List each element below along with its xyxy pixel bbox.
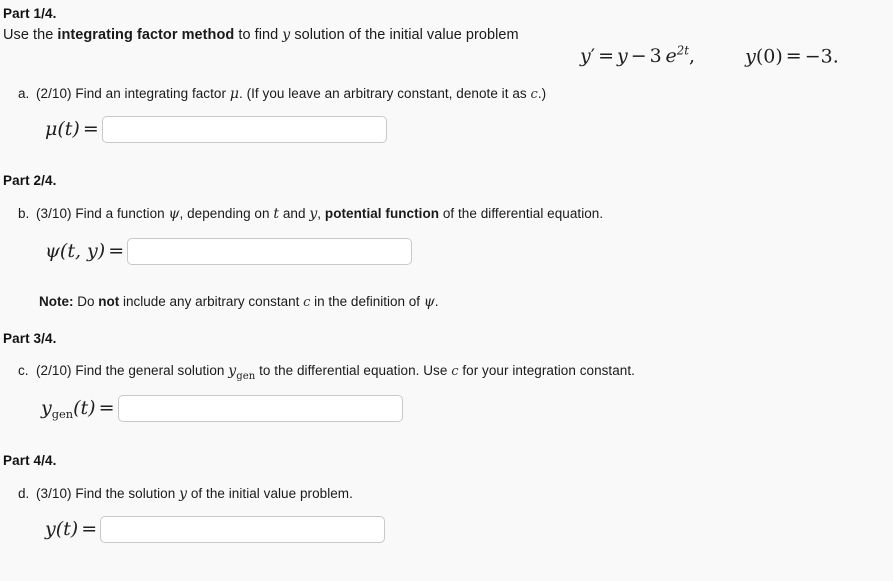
item-b-text-5: of the differential equation. xyxy=(439,206,604,221)
label-fn-psi: ψ xyxy=(45,240,60,262)
label-args-mu: (t) xyxy=(57,118,80,140)
item-c-text-2: to the differential equation. Use xyxy=(255,363,452,378)
item-b-text-2: , depending on xyxy=(179,206,274,221)
note-math-psi: ψ xyxy=(423,294,435,310)
item-c-marker: c. xyxy=(18,363,29,378)
item-a-points: (2/10) xyxy=(36,86,72,101)
answer-input-y[interactable] xyxy=(100,516,386,543)
item-b-text-3: and xyxy=(279,206,310,221)
item-c-points: (2/10) xyxy=(36,363,72,378)
note-text-1: Do xyxy=(73,294,99,309)
part-2-heading: Part 2/4. xyxy=(3,173,57,188)
note-text-2: include any arbitrary constant xyxy=(119,294,304,309)
differential-equation: y′ = y −3 e2t, y(0) = −3. xyxy=(580,44,839,67)
item-d: d. (3/10) Find the solution y of the init… xyxy=(18,486,353,502)
item-c-math-ygen: ygen xyxy=(228,363,256,382)
part-4-heading: Part 4/4. xyxy=(3,453,57,468)
label-fn-mu: μ xyxy=(45,118,58,140)
item-c-math-y-subscript: gen xyxy=(236,370,256,382)
label-fn-y: y xyxy=(45,518,56,540)
item-d-text-2: of the initial value problem. xyxy=(187,486,353,501)
label-args-y: (t) xyxy=(55,518,79,540)
equation-exponent: 2t xyxy=(676,44,689,58)
item-a-math-c: c xyxy=(530,87,538,102)
item-b-bold-term: potential function xyxy=(324,206,440,221)
item-a-text-2: . (If you leave an arbitrary constant, d… xyxy=(238,86,531,101)
label-sub-ygen: gen xyxy=(51,406,74,421)
answer-input-ygen[interactable] xyxy=(117,395,403,422)
note-label: Note: xyxy=(39,294,74,309)
answer-label-psi: ψ(t, y) = xyxy=(45,242,127,261)
label-fn-ygen: y xyxy=(41,397,52,419)
item-d-math-y: y xyxy=(179,486,188,502)
part-1-heading: Part 1/4. xyxy=(3,6,57,21)
note-bold-not: not xyxy=(98,294,120,309)
item-c-math-c: c xyxy=(451,364,459,379)
item-a-marker: a. xyxy=(18,86,30,101)
label-eq-mu: = xyxy=(82,118,99,140)
label-eq-psi: = xyxy=(108,240,125,262)
item-d-text-1: Find the solution xyxy=(71,486,180,501)
prompt-text-after: to find xyxy=(234,27,283,43)
label-eq-y: = xyxy=(81,518,98,540)
item-b-text-1: Find a function xyxy=(71,206,169,221)
answer-row-ygen: ygen(t) = xyxy=(41,395,403,422)
label-args-psi: (t, y) xyxy=(59,240,106,262)
answer-row-y: y(t) = xyxy=(45,516,386,543)
prompt-text-tail: solution of the initial value problem xyxy=(290,27,519,43)
item-d-marker: d. xyxy=(18,486,30,501)
answer-row-mu: μ(t) = xyxy=(45,116,387,143)
answer-input-mu[interactable] xyxy=(101,116,387,143)
note-text-4: . xyxy=(434,294,439,309)
item-a-text-1: Find an integrating factor xyxy=(71,86,230,101)
item-a-math-mu: μ xyxy=(229,86,239,102)
item-b-text-4: , xyxy=(317,206,325,221)
answer-label-mu: μ(t) = xyxy=(45,120,102,139)
label-eq-ygen: = xyxy=(98,397,115,419)
item-b-math-psi: ψ xyxy=(168,206,180,222)
problem-page: Part 1/4. Use the integrating factor met… xyxy=(0,0,893,581)
item-c-text-1: Find the general solution xyxy=(71,363,229,378)
equation-ode: y′ = y −3 e2t, xyxy=(580,44,696,68)
item-d-points: (3/10) xyxy=(36,486,72,501)
answer-row-psi: ψ(t, y) = xyxy=(45,238,413,265)
answer-label-y: y(t) = xyxy=(45,520,100,539)
answer-input-psi[interactable] xyxy=(127,238,413,265)
equation-initial-condition: y(0) = −3. xyxy=(745,45,839,68)
item-b-points: (3/10) xyxy=(36,206,72,221)
note-text-3: in the definition of xyxy=(310,294,424,309)
item-b-marker: b. xyxy=(18,206,30,221)
item-c-text-3: for your integration constant. xyxy=(458,363,635,378)
part-3-heading: Part 3/4. xyxy=(3,331,57,346)
part-1-prompt: Use the integrating factor method to fin… xyxy=(3,27,519,43)
prompt-bold-term: integrating factor method xyxy=(57,27,235,43)
answer-label-ygen: ygen(t) = xyxy=(41,397,118,421)
label-args-ygen: (t) xyxy=(73,397,96,419)
item-a-text-3: .) xyxy=(537,86,547,101)
prompt-text-before: Use the xyxy=(3,27,58,43)
item-b: b. (3/10) Find a function ψ, depending on… xyxy=(18,206,603,222)
item-c: c. (2/10) Find the general solution ygen … xyxy=(18,363,635,382)
note-psi: Note: Do not include any arbitrary const… xyxy=(39,294,438,310)
item-a: a. (2/10) Find an integrating factor μ. (… xyxy=(18,86,546,102)
